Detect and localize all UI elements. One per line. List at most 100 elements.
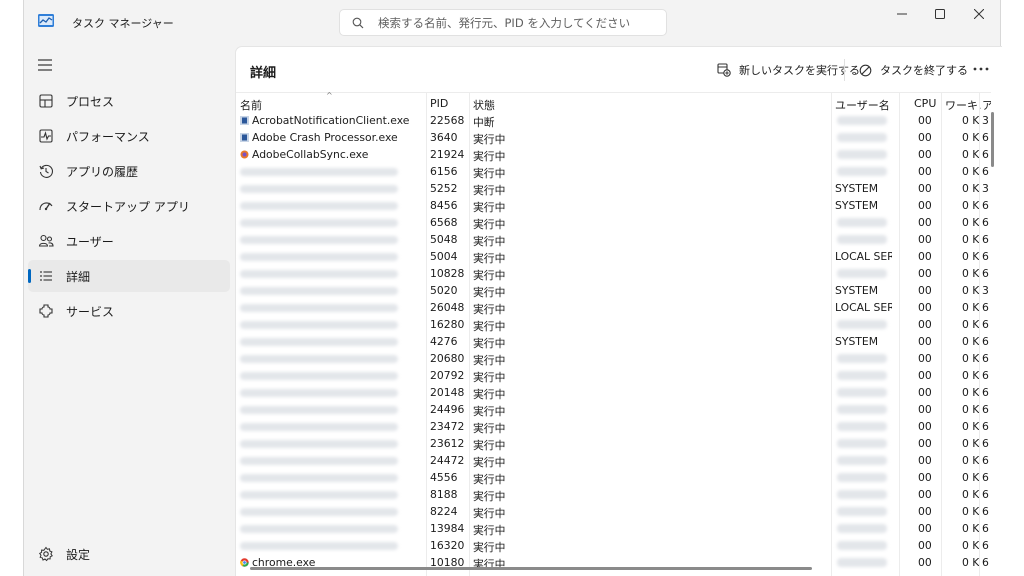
pid: 23472 [430,420,465,433]
maximize-icon [935,9,945,19]
working-set-memory: 0 K [962,556,980,569]
column-header-cpu[interactable]: CPU [914,97,936,110]
table-row[interactable]: AcrobatNotificationClient.exe 22568 中断 00 0 … [236,112,991,129]
working-set-memory: 0 K [962,522,980,535]
table-row[interactable]: 8456 実行中 SYSTEM 00 0 K6 [236,197,991,214]
architecture: 6 [982,318,989,331]
column-header-name[interactable]: 名前 [240,97,262,113]
sidebar-item-details[interactable]: 詳細 [28,260,230,292]
redacted-process-name [240,338,398,346]
maximize-button[interactable] [922,4,958,24]
table-row[interactable]: 20148 実行中 00 0 K6 [236,384,991,401]
sidebar-item-performance[interactable]: パフォーマンス [28,120,230,152]
run-new-task-button[interactable]: 新しいタスクを実行する [717,59,860,81]
status: 実行中 [473,303,506,316]
column-header-status[interactable]: 状態 [473,97,495,113]
pid: 16280 [430,318,465,331]
pid: 6568 [430,216,458,229]
redacted-user-name [837,371,887,380]
working-set-memory: 0 K [962,318,980,331]
minimize-button[interactable] [884,4,920,24]
acrobat-app-icon [240,116,249,125]
architecture: 6 [982,199,989,212]
sidebar-item-app-history[interactable]: アプリの履歴 [28,155,230,187]
working-set-memory: 0 K [962,267,980,280]
table-row[interactable]: 5004 実行中 LOCAL SER... 00 0 K6 [236,248,991,265]
horizontal-scrollbar[interactable] [250,567,812,570]
column-header-user[interactable]: ユーザー名 [835,97,890,113]
more-options-button[interactable] [971,61,991,77]
table-row[interactable]: 5020 実行中 SYSTEM 00 0 K3 [236,282,991,299]
table-row[interactable]: 20792 実行中 00 0 K6 [236,367,991,384]
redacted-process-name [240,202,398,210]
sidebar-item-processes[interactable]: プロセス [28,85,230,117]
working-set-memory: 0 K [962,216,980,229]
table-row[interactable]: 23472 実行中 00 0 K6 [236,418,991,435]
table-row[interactable]: 16320 実行中 00 0 K6 [236,537,991,554]
pid: 8456 [430,199,458,212]
sidebar-item-label: パフォーマンス [66,129,150,144]
table-row[interactable]: 13984 実行中 00 0 K6 [236,520,991,537]
architecture: 6 [982,539,989,552]
hamburger-menu-icon[interactable] [37,58,53,72]
end-task-button[interactable]: タスクを終了する [859,59,968,81]
architecture: 6 [982,454,989,467]
cpu-usage: 00 [918,301,932,314]
table-row[interactable]: 10828 実行中 00 0 K6 [236,265,991,282]
redacted-process-name [240,440,398,448]
table-row[interactable]: 26048 実行中 LOCAL SER... 00 0 K6 [236,299,991,316]
table-row[interactable]: 24472 実行中 00 0 K6 [236,452,991,469]
working-set-memory: 0 K [962,131,980,144]
working-set-memory: 0 K [962,335,980,348]
column-header-memory[interactable]: ワーキ... [945,97,982,113]
redacted-process-name [240,304,398,312]
status: 実行中 [473,524,506,537]
pid: 5252 [430,182,458,195]
table-row[interactable]: 23612 実行中 00 0 K6 [236,435,991,452]
run-new-task-label: 新しいタスクを実行する [739,64,860,77]
pid: 6156 [430,165,458,178]
vertical-scrollbar[interactable] [991,112,994,167]
cpu-usage: 00 [918,199,932,212]
table-row[interactable]: 6568 実行中 00 0 K6 [236,214,991,231]
gear-icon [38,546,53,562]
cpu-usage: 00 [918,352,932,365]
table-row[interactable]: 24496 実行中 00 0 K6 [236,401,991,418]
startup-icon [39,202,53,211]
cpu-usage: 00 [918,539,932,552]
pid: 4556 [430,471,458,484]
search-input[interactable] [378,15,658,30]
table-row[interactable]: 8224 実行中 00 0 K6 [236,503,991,520]
architecture: 6 [982,250,989,263]
table-row[interactable]: 5252 実行中 SYSTEM 00 0 K3 [236,180,991,197]
status: 実行中 [473,201,506,214]
redacted-user-name [837,388,887,397]
search-box[interactable] [339,9,667,36]
table-row[interactable]: Adobe Crash Processor.exe 3640 実行中 00 0 K6 [236,129,991,146]
table-row[interactable]: AdobeCollabSync.exe 21924 実行中 00 0 K6 [236,146,991,163]
services-icon [39,304,53,318]
architecture: 6 [982,233,989,246]
sidebar-item-users[interactable]: ユーザー [28,225,230,257]
end-task-icon [859,64,872,76]
architecture: 6 [982,148,989,161]
column-header-pid[interactable]: PID [430,97,448,110]
sidebar-item-services[interactable]: サービス [28,295,230,327]
table-row[interactable]: 20680 実行中 00 0 K6 [236,350,991,367]
column-header-architecture[interactable]: ア [982,97,991,113]
cpu-usage: 00 [918,488,932,501]
redacted-user-name [837,354,887,363]
redacted-user-name [837,524,887,533]
table-row[interactable]: 4556 実行中 00 0 K6 [236,469,991,486]
cpu-usage: 00 [918,165,932,178]
table-row[interactable]: 16280 実行中 00 0 K6 [236,316,991,333]
table-row[interactable]: 4276 実行中 SYSTEM 00 0 K6 [236,333,991,350]
table-row[interactable]: 6156 実行中 00 0 K6 [236,163,991,180]
sidebar-item-settings[interactable]: 設定 [28,538,230,570]
table-row[interactable]: 5048 実行中 00 0 K6 [236,231,991,248]
table-row[interactable]: 8188 実行中 00 0 K6 [236,486,991,503]
redacted-user-name [837,133,887,142]
architecture: 3 [982,114,989,127]
sidebar-item-startup-apps[interactable]: スタートアップ アプリ [28,190,230,222]
close-button[interactable] [961,4,997,24]
